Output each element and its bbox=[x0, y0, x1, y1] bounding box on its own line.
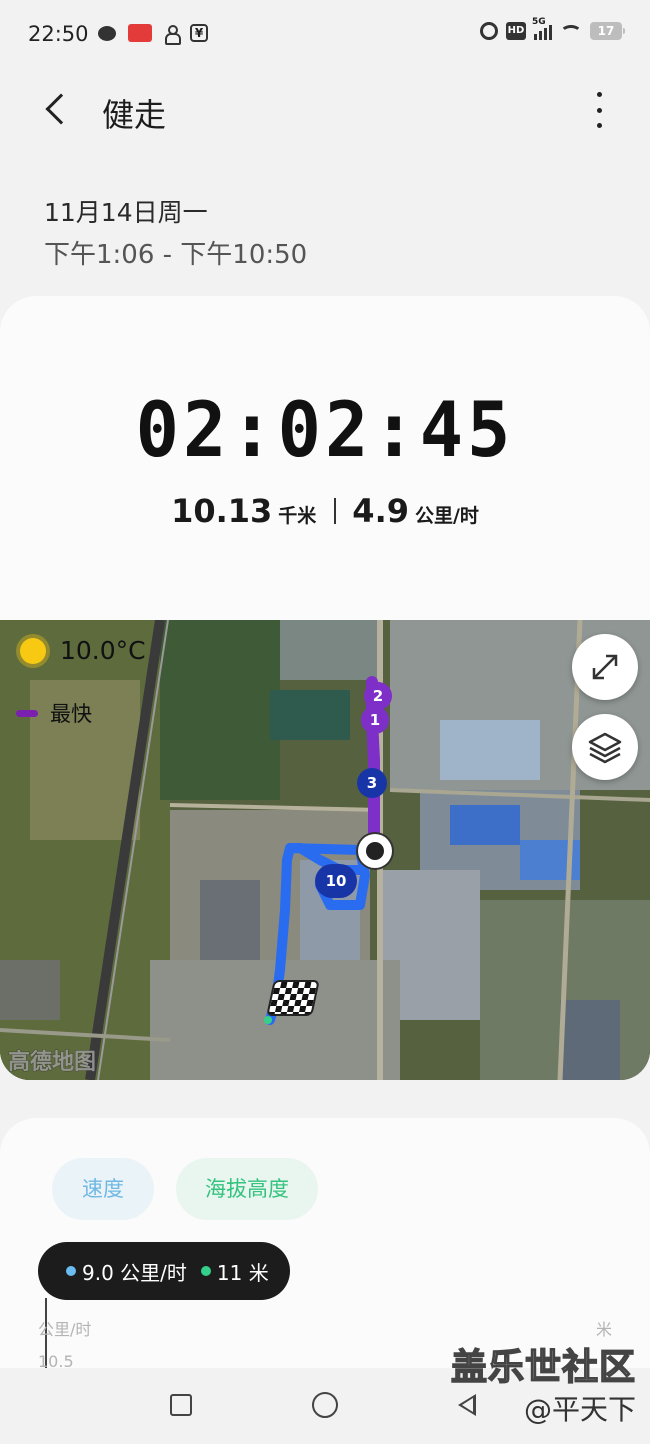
right-axis-unit: 米 bbox=[595, 1320, 612, 1339]
notification-icons: ¥ bbox=[98, 24, 208, 45]
chart-tooltip: 9.0 公里/时 11 米 bbox=[38, 1242, 290, 1300]
alarm-icon bbox=[480, 22, 498, 40]
speed-value: 4.9 bbox=[352, 492, 409, 530]
app-icon bbox=[128, 24, 152, 42]
battery-icon: 17 bbox=[590, 22, 625, 40]
expand-map-button[interactable] bbox=[572, 634, 638, 700]
satellite-map-image bbox=[0, 620, 650, 1080]
nav-back-button[interactable] bbox=[458, 1394, 476, 1416]
yen-icon: ¥ bbox=[190, 24, 208, 42]
watermark-site: 盖乐世社区 bbox=[450, 1346, 636, 1389]
route-legend: 最快 bbox=[16, 698, 92, 728]
km-marker: 1 bbox=[361, 706, 389, 734]
distance-unit: 千米 bbox=[278, 505, 317, 527]
layers-icon bbox=[588, 732, 622, 764]
watermark-author: @平天下 bbox=[523, 1393, 636, 1426]
map-layers-button[interactable] bbox=[572, 714, 638, 780]
tooltip-speed: 9.0 公里/时 bbox=[82, 1260, 187, 1285]
page-title: 健走 bbox=[102, 96, 167, 134]
summary-card: 02:02:45 10.13 千米 4.9 公里/时 bbox=[0, 296, 650, 626]
tooltip-altitude: 11 米 bbox=[216, 1260, 269, 1285]
chart-card: 速度 海拔高度 9.0 公里/时 11 米 公里/时 10.5 米 bbox=[0, 1118, 650, 1371]
speed-dot bbox=[66, 1266, 76, 1276]
weather-info: 10.0°C bbox=[20, 636, 146, 665]
status-bar: 22:50 ¥ HD 5G 17 bbox=[0, 0, 650, 70]
map-attribution: 高德地图 bbox=[7, 1050, 97, 1076]
signal-5g-label: 5G bbox=[532, 17, 546, 27]
system-icons: HD 5G 17 bbox=[480, 17, 625, 41]
finish-flag-icon bbox=[266, 980, 320, 1016]
legend-fastest-label: 最快 bbox=[50, 702, 92, 726]
wechat-icon bbox=[98, 25, 116, 41]
hd-icon: HD bbox=[506, 22, 526, 40]
person-icon bbox=[164, 24, 181, 45]
session-time-range: 下午1:06 - 下午10:50 bbox=[44, 240, 308, 270]
more-options-button[interactable] bbox=[588, 92, 610, 128]
temperature: 10.0°C bbox=[60, 636, 146, 665]
distance-value: 10.13 bbox=[171, 492, 273, 530]
tab-speed[interactable]: 速度 bbox=[52, 1158, 154, 1220]
wifi-icon bbox=[560, 25, 582, 41]
km-marker: 3 bbox=[357, 768, 387, 798]
left-axis-unit: 公里/时 bbox=[38, 1320, 92, 1339]
speed-unit: 公里/时 bbox=[414, 505, 479, 527]
start-point-marker bbox=[358, 834, 392, 868]
stats-row: 10.13 千米 4.9 公里/时 bbox=[0, 492, 650, 530]
expand-icon bbox=[592, 654, 618, 680]
session-date: 11月14日周一 bbox=[44, 198, 208, 227]
km-marker: 10 bbox=[315, 864, 357, 898]
altitude-dot bbox=[200, 1266, 211, 1276]
stats-divider bbox=[334, 498, 337, 524]
status-time: 22:50 bbox=[28, 22, 89, 46]
home-button[interactable] bbox=[312, 1392, 338, 1418]
app-bar: 健走 bbox=[0, 76, 650, 146]
back-button[interactable] bbox=[36, 88, 80, 132]
signal-icon: 5G bbox=[532, 17, 552, 40]
chevron-left-icon bbox=[45, 93, 77, 125]
sun-icon bbox=[20, 637, 46, 664]
route-map[interactable]: 10.0°C 最快 2 1 3 10 高德地图 bbox=[0, 620, 650, 1080]
legend-fastest-swatch bbox=[16, 709, 38, 717]
workout-duration: 02:02:45 bbox=[135, 385, 515, 475]
left-axis-tick: 10.5 bbox=[38, 1352, 74, 1371]
tab-altitude[interactable]: 海拔高度 bbox=[176, 1158, 318, 1220]
recent-apps-button[interactable] bbox=[170, 1394, 192, 1416]
